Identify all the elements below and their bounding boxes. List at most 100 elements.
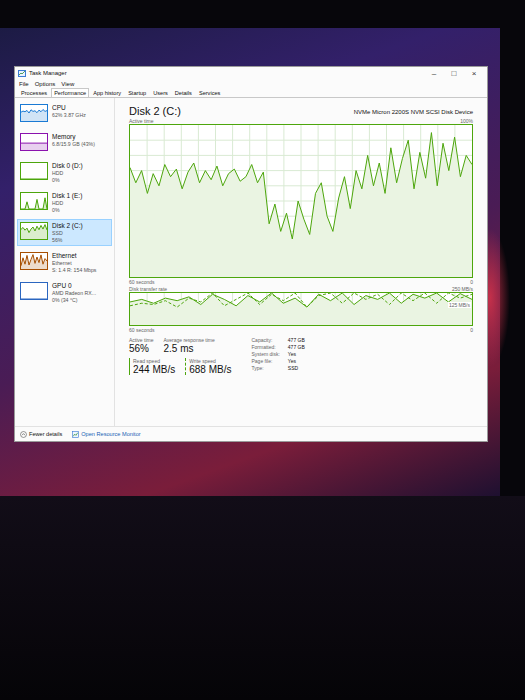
detail-label: Page file: (252, 358, 280, 364)
item-name: Disk 0 (D:) (52, 162, 83, 169)
thumbnail-line (21, 299, 47, 300)
item-detail: 0% (34 °C) (52, 297, 96, 303)
sidebar-item[interactable]: Disk 1 (E:)HDD0% (17, 189, 112, 216)
thumbnail-line-area (21, 225, 47, 239)
title-bar: Task Manager–□× (15, 67, 487, 79)
sidebar: CPU62% 3.87 GHz Memory6.8/15.9 GB (43%) Di… (15, 98, 115, 426)
panel-title: Disk 2 (C:) (129, 105, 181, 117)
item-detail: S: 1.4 R: 154 Mbps (52, 267, 96, 273)
stat-value: 688 MB/s (189, 364, 231, 375)
stat-row: Active time56% Average response time2.5 m… (129, 337, 232, 354)
chart-mid: 125 MB/s (448, 302, 471, 308)
chart-axis: 60 seconds 0 (129, 326, 473, 333)
resource-monitor-link[interactable]: Open Resource Monitor (72, 431, 140, 438)
detail-value: Yes (288, 351, 305, 357)
item-name: Disk 1 (E:) (52, 192, 82, 199)
item-detail: AMD Radeon RX... (52, 290, 96, 296)
transfer-chart: 125 MB/s (129, 292, 473, 326)
tab[interactable]: Details (172, 88, 195, 97)
tab[interactable]: Startup (125, 88, 149, 97)
sidebar-item[interactable]: Disk 0 (D:)HDD0% (17, 159, 112, 186)
tab[interactable]: Performance (51, 88, 89, 97)
detail-value: SSD (288, 365, 305, 371)
sidebar-item-text: Disk 0 (D:)HDD0% (52, 162, 83, 183)
sidebar-item-text: Memory6.8/15.9 GB (43%) (52, 133, 95, 147)
active-time-line (130, 133, 472, 239)
desk-area (0, 496, 525, 700)
thumbnail-graph (20, 133, 48, 151)
stat-label: Average response time (163, 337, 214, 343)
stat-values: Active time56% Average response time2.5 m… (129, 337, 232, 375)
thumbnail-line-area (21, 198, 47, 209)
chart-label: Disk transfer rate (129, 286, 167, 292)
thumbnail-graph (20, 252, 48, 270)
menu-item[interactable]: Options (35, 81, 56, 87)
fewer-details-label[interactable]: Fewer details (29, 431, 62, 437)
detail-value: 477 GB (288, 344, 305, 350)
sidebar-item[interactable]: Memory6.8/15.9 GB (43%) (17, 130, 112, 156)
thumbnail-graph (20, 162, 48, 180)
minimize-button[interactable]: – (424, 69, 444, 78)
write-line (130, 293, 472, 307)
item-detail: 6.8/15.9 GB (43%) (52, 141, 95, 147)
stat-value: 56% (129, 343, 153, 354)
sidebar-item[interactable]: EthernetEthernetS: 1.4 R: 154 Mbps (17, 249, 112, 276)
active-time-chart (129, 124, 473, 278)
tab[interactable]: Processes (18, 88, 50, 97)
speed-row: Read speed244 MB/sWrite speed688 MB/s (129, 358, 232, 375)
stat-value: 2.5 ms (163, 343, 214, 354)
close-button[interactable]: × (464, 69, 484, 78)
tab[interactable]: App history (90, 88, 124, 97)
sidebar-item[interactable]: GPU 0AMD Radeon RX...0% (34 °C) (17, 279, 112, 306)
tab[interactable]: Users (150, 88, 171, 97)
menu-item[interactable]: View (61, 81, 74, 87)
chart-label: Active time (129, 118, 153, 124)
chart-min: 0 (470, 279, 473, 285)
stat-label: Active time (129, 337, 153, 343)
tab[interactable]: Services (196, 88, 223, 97)
item-detail: 56% (52, 237, 83, 243)
thumbnail-line (21, 198, 47, 209)
thumbnail-graph (20, 104, 48, 122)
sidebar-item[interactable]: Disk 2 (C:)SSD56% (17, 219, 112, 246)
thumbnail-graph (20, 282, 48, 300)
thumbnail-line (21, 225, 47, 233)
chart-time: 60 seconds (129, 327, 155, 333)
detail-value: Yes (288, 358, 305, 364)
chart-axis: 60 seconds 0 (129, 278, 473, 285)
item-name: CPU (52, 104, 86, 111)
task-manager-icon (18, 70, 26, 77)
sidebar-item-text: EthernetEthernetS: 1.4 R: 154 Mbps (52, 252, 96, 273)
window-controls: –□× (424, 69, 484, 78)
chart-min: 0 (470, 327, 473, 333)
window-title: Task Manager (29, 70, 421, 76)
chart-time: 60 seconds (129, 279, 155, 285)
menu-item[interactable]: File (19, 81, 29, 87)
footer: Fewer details Open Resource Monitor (15, 426, 487, 441)
thumbnail-line (21, 179, 47, 180)
chart-max: 100% (460, 118, 473, 124)
active-time-line-area (130, 133, 472, 277)
thumbnail-line-area (21, 299, 47, 300)
thumbnail-graph (20, 222, 48, 240)
resource-monitor-label[interactable]: Open Resource Monitor (81, 431, 140, 437)
statistics: Active time56% Average response time2.5 m… (129, 337, 473, 375)
device-name: NVMe Micron 2200S NVM SCSI Disk Device (354, 109, 473, 117)
read-line (130, 293, 472, 307)
thumbnail-graph (20, 192, 48, 210)
fewer-details-button[interactable]: Fewer details (20, 431, 62, 438)
stat-label: Read speed (133, 358, 175, 364)
transfer-rate-chart (129, 292, 473, 326)
task-manager-window[interactable]: Task Manager–□×FileOptionsViewProcessesP… (14, 66, 488, 442)
tab-bar: ProcessesPerformanceApp historyStartupUs… (15, 88, 487, 98)
chart-labels: Disk transfer rate250 MB/s (129, 285, 473, 292)
thumbnail-line-area (21, 143, 47, 150)
detail-label: Capacity: (252, 337, 280, 343)
maximize-button[interactable]: □ (444, 69, 464, 78)
item-detail: 0% (52, 207, 82, 213)
sidebar-item[interactable]: CPU62% 3.87 GHz (17, 101, 112, 127)
thumbnail-line-area (21, 255, 47, 269)
item-detail: HDD (52, 200, 82, 206)
detail-value: 477 GB (288, 337, 305, 343)
disk-details: Capacity:477 GBFormatted:477 GBSystem di… (252, 337, 305, 375)
